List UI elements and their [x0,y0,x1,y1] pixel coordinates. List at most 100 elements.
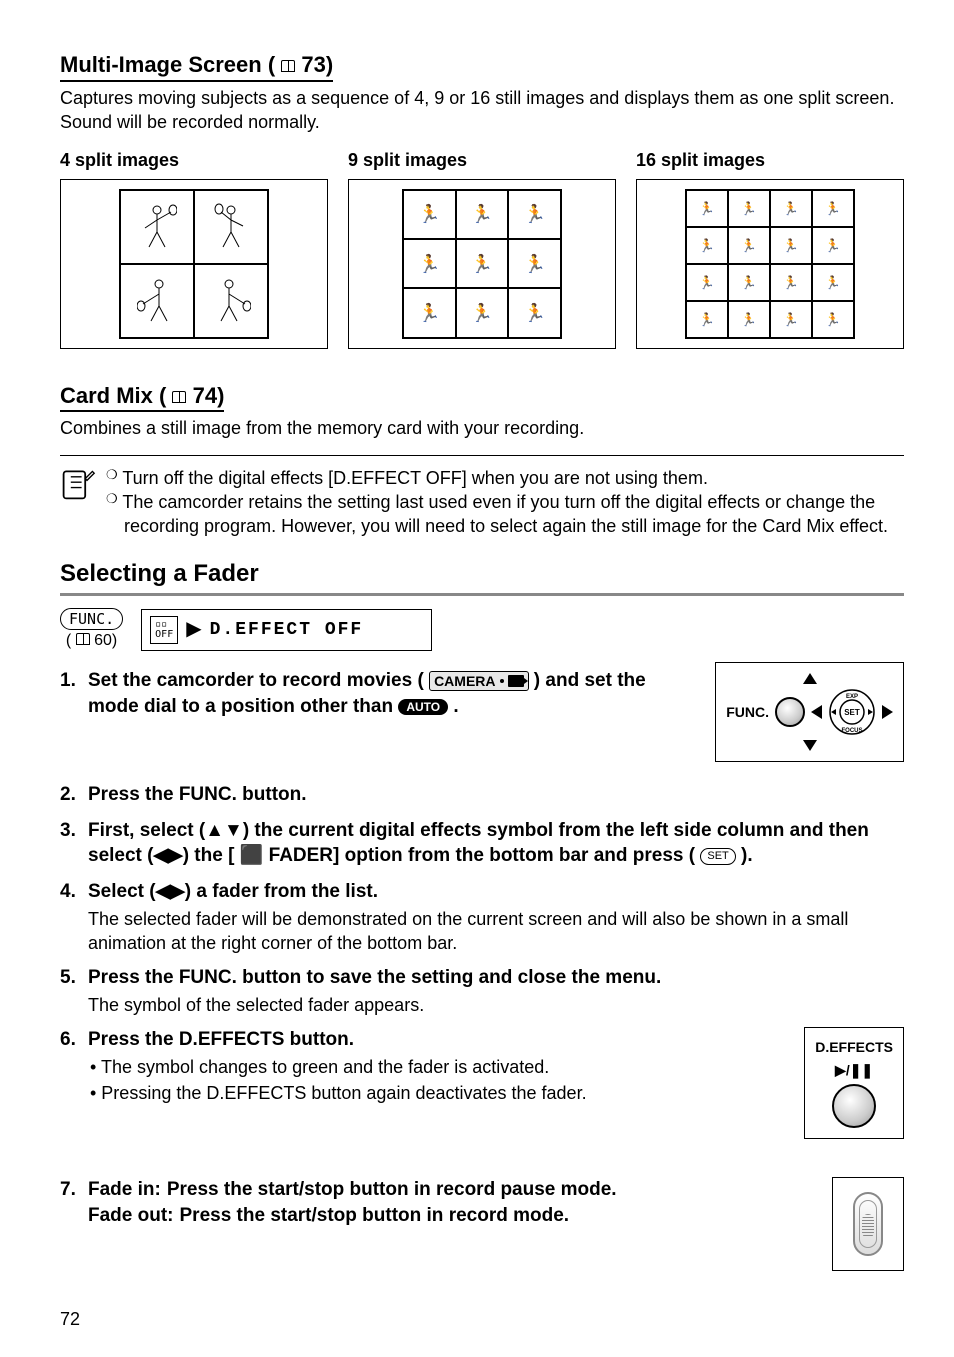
set-label: SET [844,708,860,717]
func-button-icon [775,697,805,727]
bullet-icon: ❍ [106,491,118,506]
grid-cell: 🏃 [770,190,812,227]
step-5-sub: The symbol of the selected fader appears… [88,993,904,1017]
tennis-figure-icon: 🏃 [825,239,841,252]
grid-cell: 🏃 [728,264,770,301]
func-ref-num: 60) [94,632,117,649]
deffects-label: D.EFFECTS [815,1038,893,1057]
fade-in-row: Fade in: Press the start/stop button in … [88,1177,812,1203]
func-joystick-diagram: FUNC. SET EXP FOCUS [715,662,904,762]
grid-cell: 🏃 [456,190,509,239]
step-6-bullet-2: • Pressing the D.EFFECTS button again de… [88,1081,904,1105]
play-pause-icon: ▶/❚❚ [835,1061,873,1080]
step-6-text: Press the D.EFFECTS button. [88,1029,354,1050]
fader-heading: Selecting a Fader [60,558,904,595]
effect-off-small-icon: ▫▫OFF [150,616,178,644]
fade-out-label: Fade out: [88,1203,174,1229]
grid-cell [194,190,268,264]
book-icon [172,391,186,403]
book-icon [76,633,90,645]
tennis-figure-icon [137,276,177,326]
grid-cell [194,264,268,338]
start-stop-diagram [832,1177,904,1271]
camera-mode-icon: CAMERA [429,671,528,692]
grid-cell: 🏃 [456,239,509,288]
grid-cell: 🏃 [812,190,854,227]
step-5: Press the FUNC. button to save the setti… [60,965,904,1017]
split-row: 4 split images 9 split images 🏃 🏃 🏃 🏃 [60,148,904,348]
page-ref-icon [281,60,295,72]
multi-image-heading: Multi-Image Screen ( 73) [60,50,333,82]
down-arrow-icon [803,740,817,751]
tennis-figure-icon: 🏃 [699,239,715,252]
grid-cell: 🏃 [770,227,812,264]
heading-ref: 74) [193,383,225,408]
grid-cell: 🏃 [812,264,854,301]
split-9-label: 9 split images [348,148,616,172]
tennis-figure-icon: 🏃 [783,313,799,326]
multi-image-body: Captures moving subjects as a sequence o… [60,86,904,135]
tennis-figure-icon: 🏃 [699,202,715,215]
grid-cell: 🏃 [686,301,728,338]
split-9-col: 9 split images 🏃 🏃 🏃 🏃 🏃 🏃 🏃 🏃 🏃 [348,148,616,348]
tennis-figure-icon: 🏃 [523,304,545,322]
step-3-text-b: ). [741,845,753,866]
right-arrow-icon [882,705,893,719]
tennis-figure-icon: 🏃 [783,276,799,289]
step-1-text-c: . [453,696,458,717]
grid-cell: 🏃 [403,239,456,288]
func-row: FUNC. ( 60) ▫▫OFF ▶ D.EFFECT OFF [60,608,904,652]
tennis-figure-icon: 🏃 [418,304,440,322]
step-4-text: Select (◀▶) a fader from the list. [88,881,378,902]
step-1: FUNC. SET EXP FOCUS Set th [60,668,904,772]
grid-cell: 🏃 [508,239,561,288]
tennis-figure-icon: 🏃 [523,255,545,273]
deffects-button-diagram: D.EFFECTS ▶/❚❚ [804,1027,904,1139]
grid-cell: 🏃 [508,288,561,337]
left-arrow-icon [811,705,822,719]
note-item: ❍ Turn off the digital effects [D.EFFECT… [106,466,904,490]
note-item: ❍ The camcorder retains the setting last… [106,490,904,539]
tennis-figure-icon [137,202,177,252]
grid-cell: 🏃 [403,190,456,239]
note-2: The camcorder retains the setting last u… [122,492,888,536]
note-icon [60,466,96,502]
grid-cell: 🏃 [508,190,561,239]
grid-cell [120,190,194,264]
card-mix-body: Combines a still image from the memory c… [60,416,904,440]
split-4-box [60,179,328,349]
tennis-figure-icon: 🏃 [825,276,841,289]
func-page-ref: ( 60) [66,632,117,649]
up-arrow-icon [803,673,817,684]
tennis-figure-icon: 🏃 [825,313,841,326]
step-3: First, select (▲▼) the current digital e… [60,818,904,869]
focus-label: FOCUS [842,728,863,734]
step-6-bullet-1: • The symbol changes to green and the fa… [88,1055,904,1079]
grid-cell: 🏃 [812,227,854,264]
tennis-figure-icon [211,276,251,326]
split-4-label: 4 split images [60,148,328,172]
book-icon [281,60,295,72]
tennis-figure-icon: 🏃 [741,276,757,289]
step-4: Select (◀▶) a fader from the list. The s… [60,879,904,955]
grid-cell: 🏃 [456,288,509,337]
joystick-set-icon: SET EXP FOCUS [828,688,876,736]
tennis-figure-icon: 🏃 [741,202,757,215]
tennis-figure-icon: 🏃 [418,205,440,223]
tennis-figure-icon: 🏃 [699,276,715,289]
deffects-button-icon [832,1084,876,1128]
note-1: Turn off the digital effects [D.EFFECT O… [122,468,708,488]
grid-cell: 🏃 [728,301,770,338]
effect-box: ▫▫OFF ▶ D.EFFECT OFF [141,609,432,651]
effect-off-text: D.EFFECT OFF [210,618,424,642]
func-reference: FUNC. ( 60) [60,608,123,652]
tennis-figure-icon: 🏃 [471,255,493,273]
fade-out-text: Press the start/stop button in record mo… [180,1203,570,1229]
grid-cell [120,264,194,338]
tennis-figure-icon [211,202,251,252]
split-16-label: 16 split images [636,148,904,172]
fade-in-label: Fade in: [88,1177,161,1203]
auto-mode-icon: AUTO [398,699,448,715]
heading-ref: 73) [301,52,333,77]
card-mix-heading: Card Mix ( 74) [60,381,224,413]
